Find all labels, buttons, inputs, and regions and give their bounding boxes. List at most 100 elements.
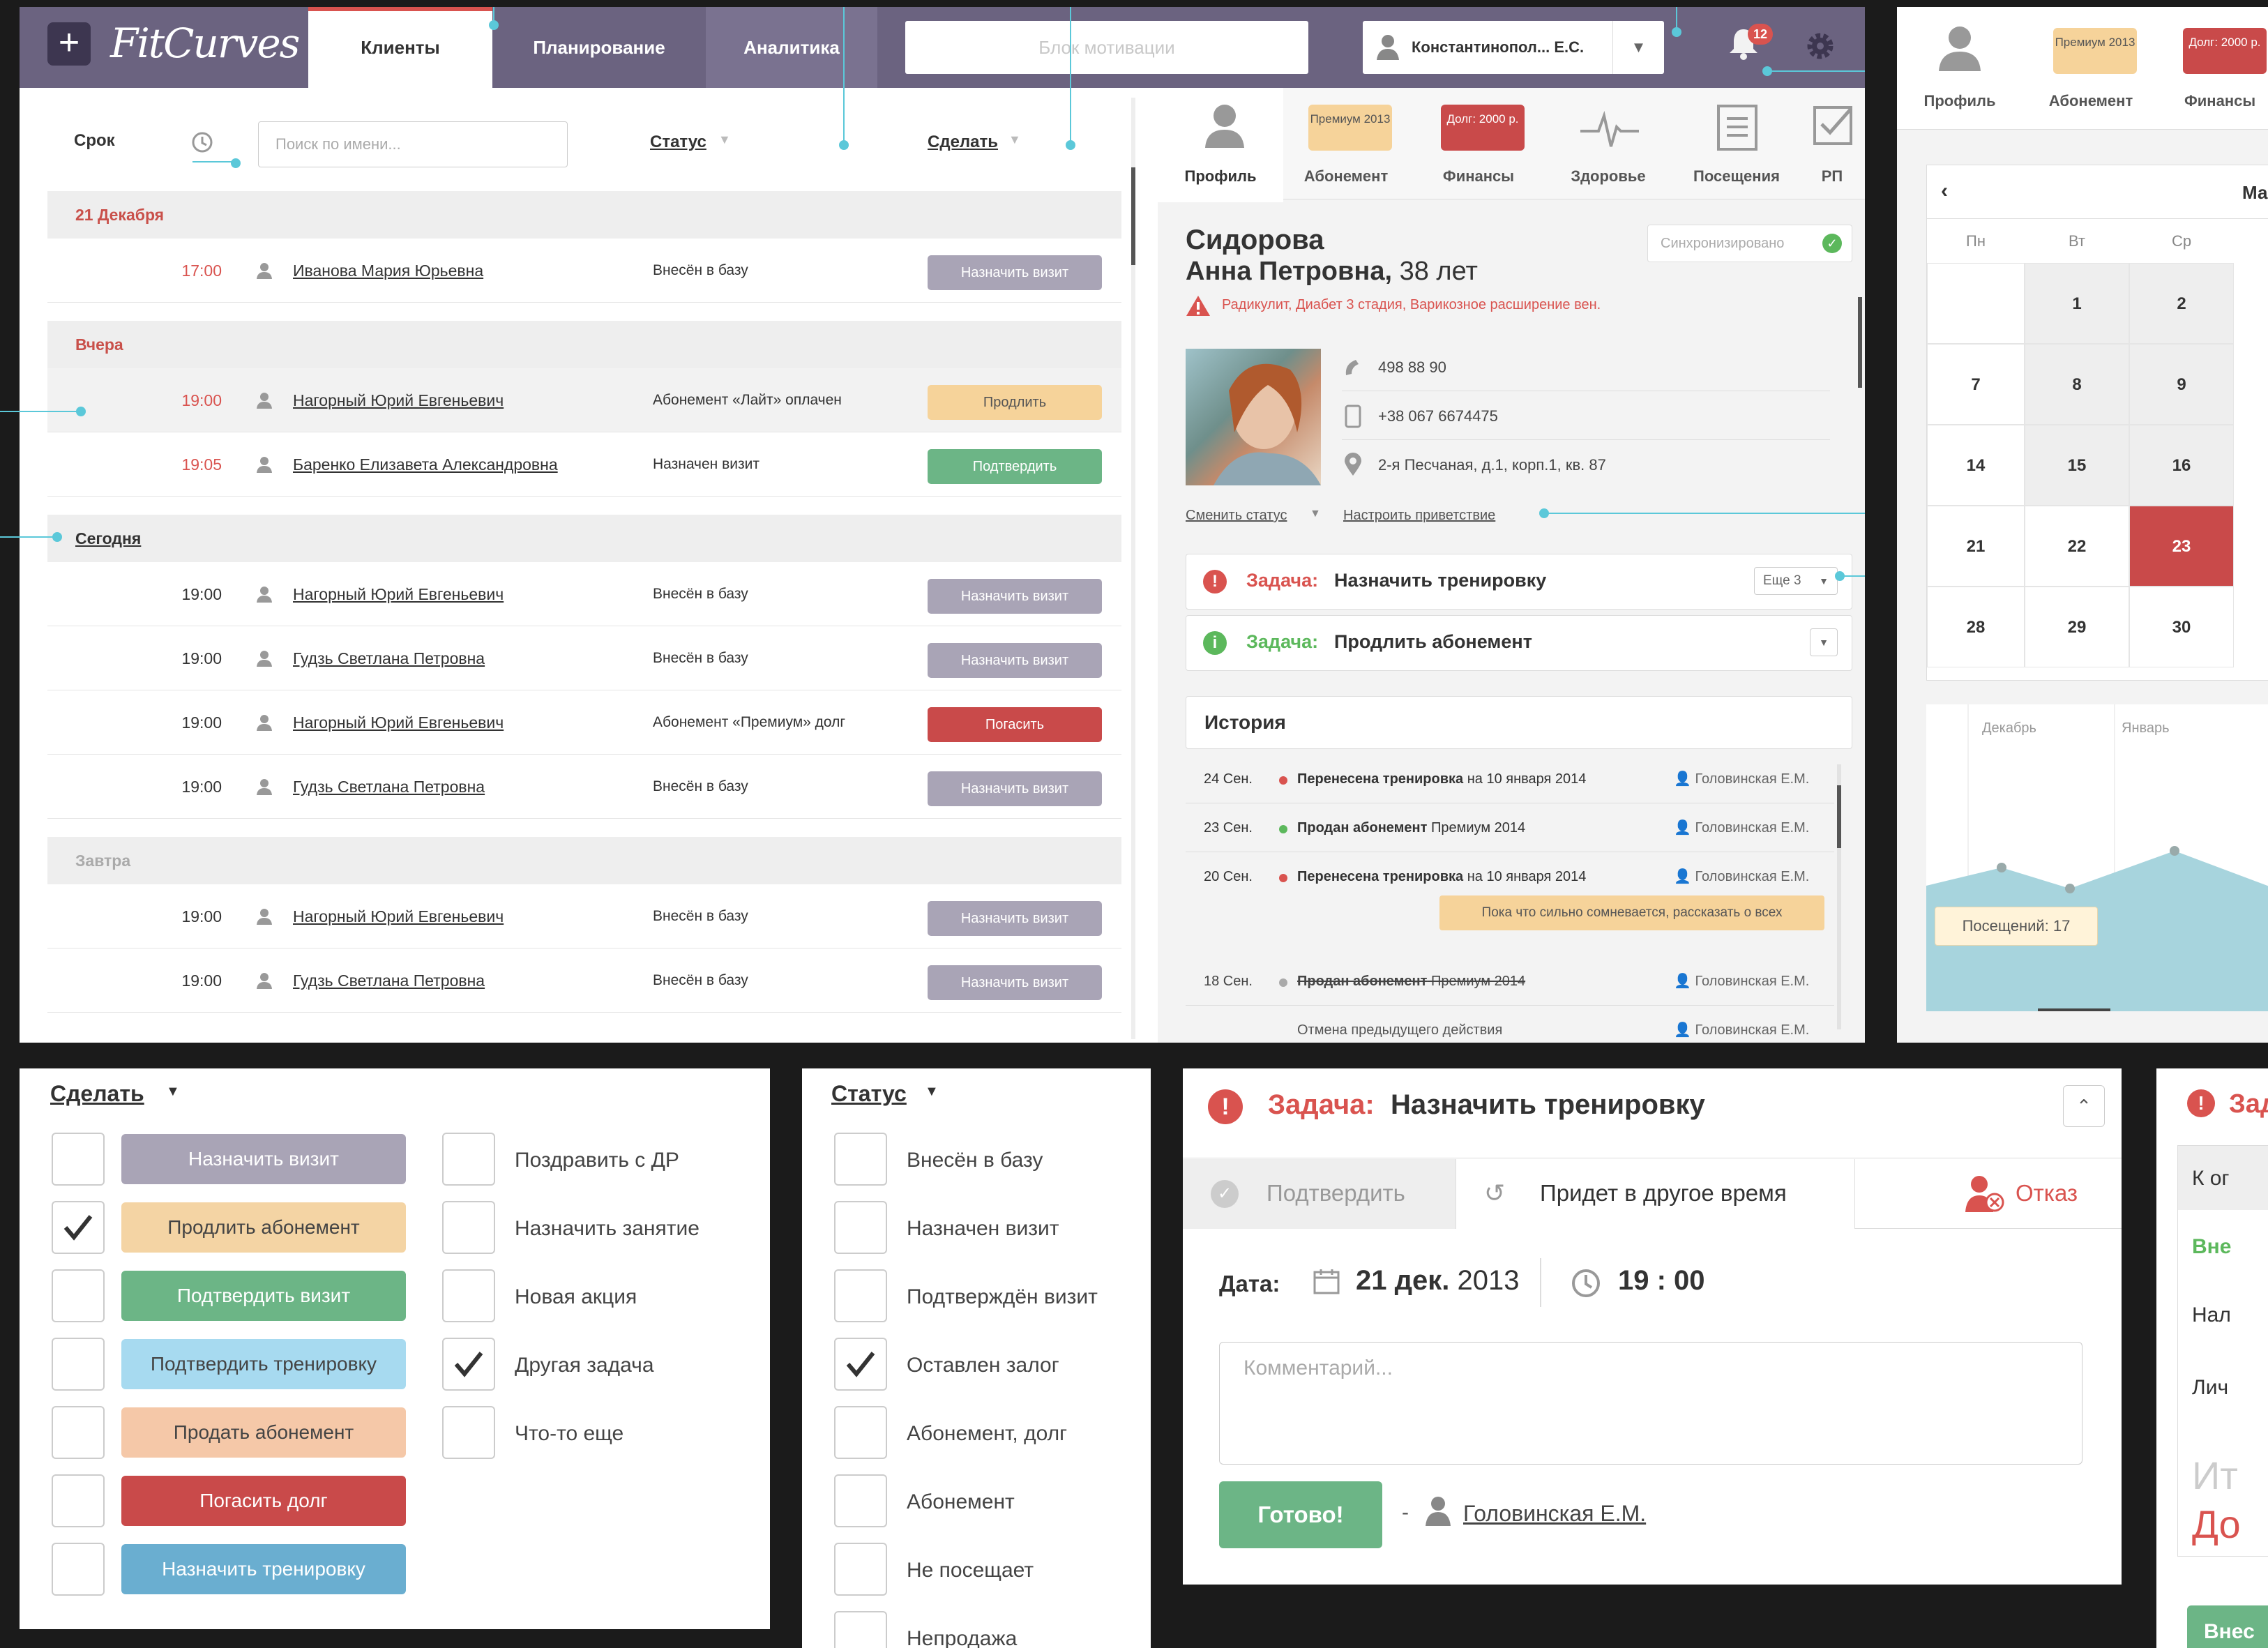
chevron-left-icon[interactable]: ‹	[1941, 179, 1948, 203]
option-checkbox[interactable]	[442, 1201, 495, 1254]
partial-text: Вне	[2192, 1235, 2232, 1258]
tab-label: Абонемент	[2048, 92, 2133, 109]
option-label[interactable]: Новая акция	[515, 1271, 637, 1324]
option-checkbox[interactable]	[52, 1406, 105, 1459]
task-date-day: 21 дек.	[1356, 1265, 1450, 1296]
option-label[interactable]: Поздравить с ДР	[515, 1134, 679, 1187]
option-checkbox[interactable]	[834, 1406, 887, 1459]
status-title[interactable]: Статус	[831, 1081, 907, 1107]
user-icon	[1426, 1497, 1451, 1526]
option-label[interactable]: Абонемент, долг	[907, 1407, 1067, 1460]
calendar-day[interactable]: 28	[1927, 587, 2025, 667]
check-icon	[63, 1215, 93, 1241]
data-point[interactable]	[2065, 884, 2075, 893]
option-label[interactable]: Продать абонемент	[121, 1407, 406, 1458]
calendar-day[interactable]: 16	[2129, 425, 2234, 506]
tab-subscription[interactable]: Премиум 2013 Абонемент	[2028, 7, 2154, 119]
option-checkbox[interactable]	[442, 1338, 495, 1391]
calendar-icon[interactable]	[1313, 1268, 1340, 1296]
option-checkbox[interactable]	[834, 1611, 887, 1648]
calendar-day[interactable]: 15	[2025, 425, 2129, 506]
calendar-day[interactable]: 2	[2129, 263, 2234, 344]
option-label[interactable]: Абонемент	[907, 1476, 1015, 1529]
calendar-day[interactable]: 22	[2025, 506, 2129, 587]
option-label[interactable]: Назначить занятие	[515, 1202, 700, 1255]
calendar-day[interactable]: 14	[1927, 425, 2025, 506]
task-panel: ! Задача: Назначить тренировку ⌃ ✓ Подтв…	[1183, 1068, 2122, 1585]
option-checkbox[interactable]	[834, 1269, 887, 1322]
option-checkbox[interactable]	[52, 1269, 105, 1322]
check-icon	[846, 1352, 875, 1377]
option-checkbox[interactable]	[834, 1201, 887, 1254]
option-label[interactable]: Не посещает	[907, 1544, 1034, 1597]
other-time-tab[interactable]: ↺ Придет в другое время	[1456, 1159, 1855, 1229]
option-checkbox[interactable]	[52, 1543, 105, 1596]
partial-text: К ог	[2192, 1167, 2230, 1190]
option-label[interactable]: Другая задача	[515, 1339, 654, 1392]
option-checkbox[interactable]	[52, 1474, 105, 1527]
other-time-tab-label: Придет в другое время	[1540, 1180, 1787, 1206]
premium-chip: Премиум 2013	[2053, 28, 2137, 74]
tab-profile[interactable]: Профиль	[1897, 7, 2023, 119]
history-icon: ↺	[1484, 1179, 1506, 1207]
calendar-day[interactable]: 29	[2025, 587, 2129, 667]
option-label[interactable]: Внесён в базу	[907, 1134, 1043, 1187]
chevron-up-icon[interactable]: ⌃	[2063, 1085, 2105, 1127]
task-time[interactable]: 19 : 00	[1618, 1265, 1705, 1297]
option-checkbox[interactable]	[834, 1338, 887, 1391]
tab-label: Финансы	[2184, 92, 2256, 109]
chevron-down-icon: ▼	[925, 1084, 939, 1099]
option-label[interactable]: Назначить визит	[121, 1134, 406, 1184]
assignee-link[interactable]: Головинская Е.М.	[1463, 1501, 1646, 1527]
clock-icon[interactable]	[1571, 1268, 1601, 1299]
option-label[interactable]: Подтвердить визит	[121, 1271, 406, 1321]
calendar-month: Ма	[2242, 182, 2268, 203]
calendar-day[interactable]: 9	[2129, 344, 2234, 425]
chart-label-january: Январь	[2122, 720, 2170, 736]
visits-chart: Декабрь Январь Посещений: 17	[1926, 704, 2268, 1013]
option-checkbox[interactable]	[52, 1133, 105, 1186]
task-date[interactable]: 21 дек. 2013	[1356, 1265, 1519, 1297]
calendar-day[interactable]: 30	[2129, 587, 2234, 667]
option-checkbox[interactable]	[52, 1338, 105, 1391]
refuse-label: Отказ	[2016, 1180, 2078, 1206]
option-label[interactable]: Назначить тренировку	[121, 1544, 406, 1594]
calendar-day[interactable]: 8	[2025, 344, 2129, 425]
confirm-tab[interactable]: ✓ Подтвердить	[1183, 1159, 1456, 1229]
option-checkbox[interactable]	[834, 1543, 887, 1596]
option-label[interactable]: Назначен визит	[907, 1202, 1059, 1255]
option-checkbox[interactable]	[442, 1406, 495, 1459]
alert-icon: !	[1208, 1089, 1243, 1124]
calendar-day[interactable]: 7	[1927, 344, 2025, 425]
calendar-day[interactable]: 23	[2129, 506, 2234, 587]
done-button[interactable]: Готово!	[1219, 1481, 1382, 1548]
option-label[interactable]: Подтвердить тренировку	[121, 1339, 406, 1389]
option-label[interactable]: Подтверждён визит	[907, 1271, 1098, 1324]
refuse-tab[interactable]: Отказ	[1855, 1159, 2122, 1229]
option-checkbox[interactable]	[442, 1133, 495, 1186]
option-checkbox[interactable]	[834, 1133, 887, 1186]
tab-label: Профиль	[1923, 92, 1996, 109]
submit-button[interactable]: Внес	[2187, 1605, 2268, 1648]
data-point[interactable]	[2170, 846, 2179, 856]
user-refuse-icon	[1965, 1176, 2004, 1212]
option-label[interactable]: Продлить абонемент	[121, 1202, 406, 1253]
date-label: Дата:	[1219, 1271, 1280, 1297]
comment-textarea[interactable]: Комментарий...	[1219, 1342, 2082, 1465]
calendar-day[interactable]: 1	[2025, 263, 2129, 344]
chevron-down-icon: ▼	[166, 1084, 180, 1099]
calendar-day[interactable]: 21	[1927, 506, 2025, 587]
option-checkbox[interactable]	[52, 1201, 105, 1254]
option-label[interactable]: Что-то еще	[515, 1407, 623, 1460]
partial-task-panel: ! Зад К ог Вне Нал Лич Ит До Внес	[2156, 1068, 2268, 1648]
option-checkbox[interactable]	[834, 1474, 887, 1527]
todo-title[interactable]: Сделать	[50, 1081, 144, 1107]
user-icon	[1939, 27, 1981, 71]
option-label[interactable]: Оставлен залог	[907, 1339, 1059, 1392]
option-label[interactable]: Непродажа	[907, 1612, 1017, 1648]
option-label[interactable]: Погасить долг	[121, 1476, 406, 1526]
data-point[interactable]	[1997, 863, 2006, 872]
tab-finance[interactable]: Долг: 2000 р. Финансы	[2169, 7, 2268, 119]
task-prefix: Зад	[2229, 1089, 2268, 1119]
option-checkbox[interactable]	[442, 1269, 495, 1322]
